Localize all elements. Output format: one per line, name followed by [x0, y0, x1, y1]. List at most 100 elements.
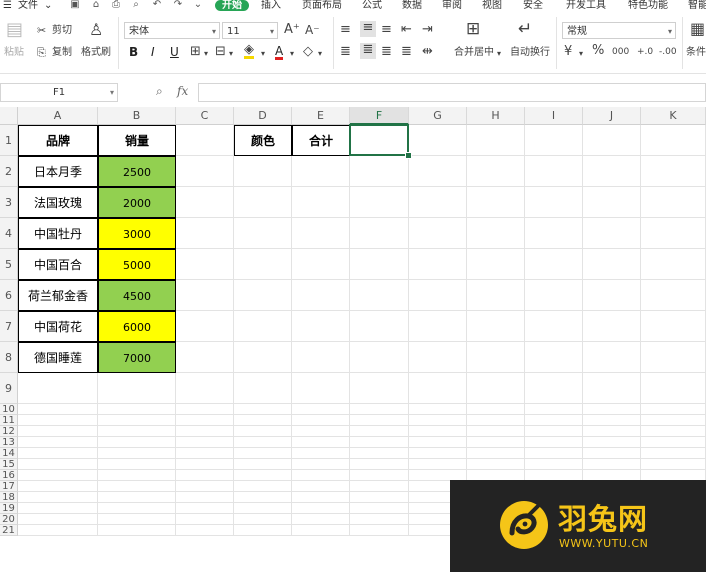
- chevron-down-icon[interactable]: ▾: [579, 47, 583, 61]
- align-bottom-icon[interactable]: ≡: [381, 23, 392, 37]
- cell-b10[interactable]: [98, 404, 176, 415]
- cell-f9[interactable]: [350, 373, 409, 404]
- cell-g13[interactable]: [409, 437, 467, 448]
- cell-c17[interactable]: [176, 481, 234, 492]
- cell-k15[interactable]: [641, 459, 706, 470]
- cell-f12[interactable]: [350, 426, 409, 437]
- sales-cell[interactable]: 2500: [98, 156, 176, 187]
- cell-i8[interactable]: [525, 342, 583, 373]
- cell-a10[interactable]: [18, 404, 98, 415]
- cell-h13[interactable]: [467, 437, 525, 448]
- cell-c16[interactable]: [176, 470, 234, 481]
- chevron-down-icon[interactable]: ▾: [290, 47, 294, 61]
- cell-g7[interactable]: [409, 311, 467, 342]
- cell-k5[interactable]: [641, 249, 706, 280]
- row-header-8[interactable]: 8: [0, 342, 18, 373]
- cell-j10[interactable]: [583, 404, 641, 415]
- cell-f4[interactable]: [350, 218, 409, 249]
- cell-c5[interactable]: [176, 249, 234, 280]
- cell-e18[interactable]: [292, 492, 350, 503]
- brand-cell[interactable]: 荷兰郁金香: [18, 280, 98, 311]
- cell-d19[interactable]: [234, 503, 292, 514]
- cell-h9[interactable]: [467, 373, 525, 404]
- column-header-i[interactable]: I: [525, 107, 583, 125]
- row-header-7[interactable]: 7: [0, 311, 18, 342]
- tab-insert[interactable]: 插入: [261, 0, 281, 11]
- cell-g10[interactable]: [409, 404, 467, 415]
- bold-button[interactable]: B: [129, 46, 138, 58]
- tab-formulas[interactable]: 公式: [362, 0, 382, 11]
- cell-j11[interactable]: [583, 415, 641, 426]
- row-header-3[interactable]: 3: [0, 187, 18, 218]
- percent-button[interactable]: %: [592, 44, 604, 57]
- cell-e21[interactable]: [292, 525, 350, 536]
- row-header-10[interactable]: 10: [0, 404, 18, 415]
- cell-i14[interactable]: [525, 448, 583, 459]
- shrink-font-button[interactable]: A⁻: [305, 24, 320, 36]
- tab-view[interactable]: 视图: [482, 0, 502, 11]
- cell-e9[interactable]: [292, 373, 350, 404]
- conditional-format-button[interactable]: 条件: [686, 47, 706, 59]
- cell-c15[interactable]: [176, 459, 234, 470]
- cell-b14[interactable]: [98, 448, 176, 459]
- cell-c11[interactable]: [176, 415, 234, 426]
- cell-i15[interactable]: [525, 459, 583, 470]
- cell-j15[interactable]: [583, 459, 641, 470]
- cell-g15[interactable]: [409, 459, 467, 470]
- menu-file[interactable]: 文件: [18, 0, 38, 11]
- chevron-down-icon[interactable]: ▾: [204, 47, 208, 61]
- cell-i10[interactable]: [525, 404, 583, 415]
- cell-c19[interactable]: [176, 503, 234, 514]
- cell-e8[interactable]: [292, 342, 350, 373]
- column-header-a[interactable]: A: [18, 107, 98, 125]
- row-header-9[interactable]: 9: [0, 373, 18, 404]
- cell-b15[interactable]: [98, 459, 176, 470]
- cell-d17[interactable]: [234, 481, 292, 492]
- clear-format-icon[interactable]: ◇: [303, 45, 313, 59]
- cell-k2[interactable]: [641, 156, 706, 187]
- copy-icon[interactable]: ⎘: [37, 46, 46, 60]
- cell-k10[interactable]: [641, 404, 706, 415]
- decrease-decimal-button[interactable]: -.00: [659, 46, 677, 58]
- cell-f21[interactable]: [350, 525, 409, 536]
- cell-c6[interactable]: [176, 280, 234, 311]
- cell-b11[interactable]: [98, 415, 176, 426]
- column-header-j[interactable]: J: [583, 107, 641, 125]
- cell-i3[interactable]: [525, 187, 583, 218]
- cell-i9[interactable]: [525, 373, 583, 404]
- cell-f3[interactable]: [350, 187, 409, 218]
- cell-j6[interactable]: [583, 280, 641, 311]
- wrap-text-button[interactable]: 自动换行: [510, 47, 550, 59]
- cell-e11[interactable]: [292, 415, 350, 426]
- tab-data[interactable]: 数据: [402, 0, 422, 11]
- cell-i2[interactable]: [525, 156, 583, 187]
- cell-g8[interactable]: [409, 342, 467, 373]
- cell-b12[interactable]: [98, 426, 176, 437]
- brand-cell[interactable]: 德国睡莲: [18, 342, 98, 373]
- name-box[interactable]: F1 ▾: [0, 83, 118, 102]
- redo-icon[interactable]: ↷: [173, 0, 183, 10]
- cell-b19[interactable]: [98, 503, 176, 514]
- cell-i11[interactable]: [525, 415, 583, 426]
- cell-e17[interactable]: [292, 481, 350, 492]
- brand-cell[interactable]: 中国百合: [18, 249, 98, 280]
- cell-d16[interactable]: [234, 470, 292, 481]
- cell-a18[interactable]: [18, 492, 98, 503]
- wrap-text-icon[interactable]: ↵: [518, 21, 532, 38]
- cell-f13[interactable]: [350, 437, 409, 448]
- cell-j13[interactable]: [583, 437, 641, 448]
- cell-k1[interactable]: [641, 125, 706, 156]
- row-header-15[interactable]: 15: [0, 459, 18, 470]
- cell-g11[interactable]: [409, 415, 467, 426]
- row-header-5[interactable]: 5: [0, 249, 18, 280]
- brand-cell[interactable]: 中国牡丹: [18, 218, 98, 249]
- row-header-1[interactable]: 1: [0, 125, 18, 156]
- column-header-h[interactable]: H: [467, 107, 525, 125]
- cell-j4[interactable]: [583, 218, 641, 249]
- cell-k12[interactable]: [641, 426, 706, 437]
- cell-b9[interactable]: [98, 373, 176, 404]
- sales-cell[interactable]: 7000: [98, 342, 176, 373]
- number-format-select[interactable]: 常规 ▾: [562, 22, 676, 39]
- cell-c21[interactable]: [176, 525, 234, 536]
- cell-g14[interactable]: [409, 448, 467, 459]
